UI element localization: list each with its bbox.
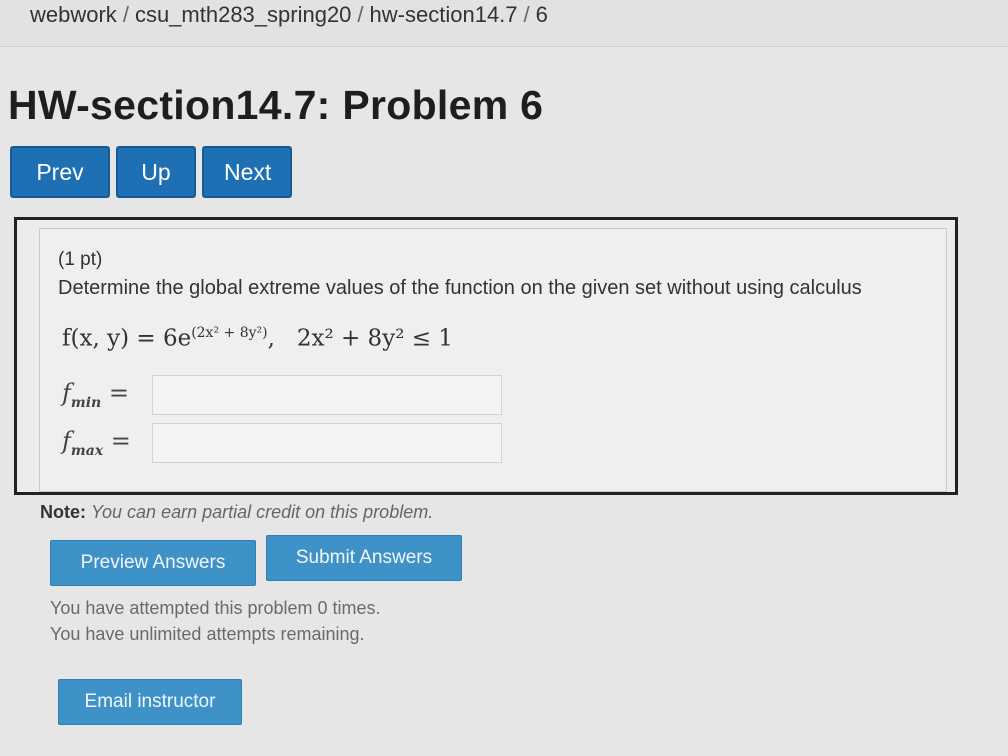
breadcrumb-set[interactable]: hw-section14.7 [370,2,518,27]
formula-exponent: (2x² + 8y²) [191,325,268,341]
fmax-label: fmax = [62,427,131,459]
answer-row-min: fmin = [62,375,502,415]
breadcrumb: webwork / csu_mth283_spring20/hw-section14… [30,2,548,28]
problem-points: (1 pt) [58,249,103,270]
submit-answers-button[interactable]: Submit Answers [266,535,462,581]
formula-constraint: 2x² + 8y² ≤ 1 [296,325,453,352]
partial-credit-note: Note: You can earn partial credit on thi… [40,502,433,523]
breadcrumb-bar: webwork / csu_mth283_spring20/hw-section14… [0,0,1008,47]
breadcrumb-webwork[interactable]: webwork [30,2,117,27]
note-text: You can earn partial credit on this prob… [91,502,434,522]
breadcrumb-separator: / [523,2,530,27]
answer-row-max: fmax = [62,423,502,463]
problem-box: (1 pt) Determine the global extreme valu… [14,217,958,495]
formula-comma: , [267,325,297,352]
breadcrumb-problem: 6 [535,2,548,27]
up-button[interactable]: Up [116,146,196,198]
problem-question: Determine the global extreme values of t… [58,277,862,299]
preview-answers-button[interactable]: Preview Answers [50,540,256,586]
note-label: Note: [40,502,86,522]
fmin-input[interactable] [152,375,502,415]
problem-body: (1 pt) Determine the global extreme valu… [39,228,947,492]
fmax-input[interactable] [152,423,502,463]
prev-button[interactable]: Prev [10,146,110,198]
breadcrumb-course[interactable]: csu_mth283_spring20 [135,2,351,27]
attempts-remaining-text: You have unlimited attempts remaining. [50,624,365,644]
email-instructor-button[interactable]: Email instructor [58,679,242,725]
attempts-used-text: You have attempted this problem 0 times. [50,598,381,618]
fmin-label: fmin = [62,379,129,411]
formula-lhs: f(x, y) = 6e [62,325,192,352]
next-button[interactable]: Next [202,146,292,198]
problem-nav: Prev Up Next [10,146,292,198]
problem-formula: f(x, y) = 6e(2x² + 8y²), 2x² + 8y² ≤ 1 [62,325,453,352]
breadcrumb-separator: / [122,2,129,27]
page-title: HW-section14.7: Problem 6 [8,82,544,128]
breadcrumb-separator: / [357,2,364,27]
